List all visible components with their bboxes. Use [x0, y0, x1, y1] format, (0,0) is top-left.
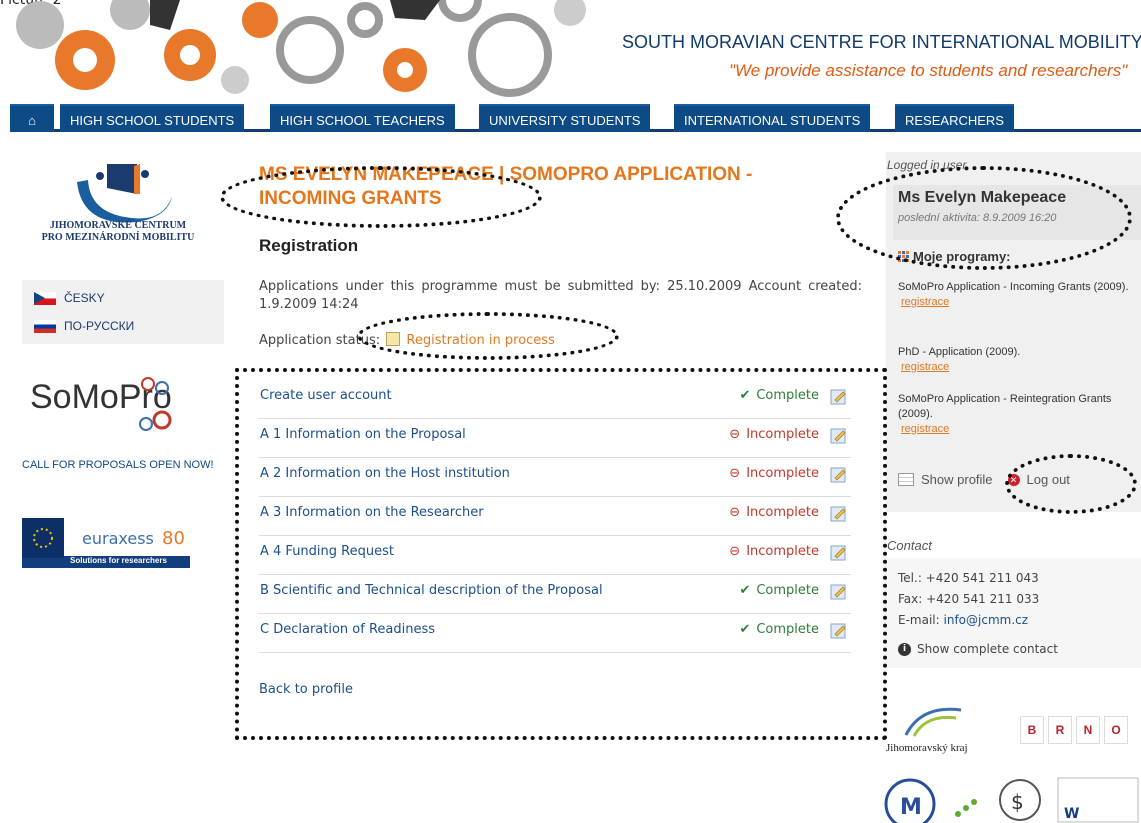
annotation-oval-logout — [1005, 454, 1137, 514]
somopro-logo[interactable]: SoMoPro — [30, 377, 172, 431]
jihomoravsky-kraj-logo[interactable]: Jihomoravský kraj — [886, 700, 976, 755]
svg-text:euraxess: euraxess — [82, 529, 154, 548]
contact-email: E-mail: info@jcmm.cz — [898, 613, 1029, 627]
program-item: SoMoPro Application - Incoming Grants (2… — [898, 280, 1138, 310]
program-item: PhD - Application (2009). registrace — [898, 345, 1138, 375]
russian-flag-icon — [34, 319, 56, 333]
info-icon: i — [898, 642, 911, 656]
svg-text:$: $ — [1011, 790, 1024, 814]
annotation-oval-user — [836, 166, 1132, 270]
contact-label: Contact — [887, 538, 932, 553]
contact-tel: Tel.: +420 541 211 043 — [898, 571, 1039, 585]
university-logos[interactable]: M $ W — [880, 772, 1141, 823]
somopro-molecule-icon — [139, 377, 172, 431]
jmk-swoosh-icon — [904, 707, 962, 737]
program-item: SoMoPro Application - Reintegration Gran… — [898, 392, 1138, 437]
show-complete-contact[interactable]: i Show complete contact — [898, 642, 1058, 656]
annotation-rect-steps — [235, 368, 887, 740]
home-tab[interactable]: ⌂ — [10, 104, 54, 132]
program-registration-link[interactable]: registrace — [901, 422, 1138, 437]
czech-flag-icon — [34, 291, 56, 305]
show-profile-link[interactable]: Show profile — [921, 472, 993, 487]
site-title: SOUTH MORAVIAN CENTRE FOR INTERNATIONAL … — [622, 32, 1141, 52]
euraxess-banner[interactable]: euraxess 80 Solutions for researchers — [22, 518, 190, 568]
brno-logo[interactable]: B R N O — [1020, 716, 1141, 746]
language-czech[interactable]: ČESKY — [34, 291, 105, 305]
tab-researchers[interactable]: RESEARCHERS — [895, 104, 1014, 132]
site-slogan: "We provide assistance to students and r… — [729, 61, 1128, 80]
language-czech-label: ČESKY — [64, 291, 105, 305]
jcmm-logo-text: JIHOMORAVSKÉ CENTRUM PRO MEZINÁRODNÍ MOB… — [41, 220, 195, 243]
annotation-oval-status — [357, 312, 619, 360]
brno-letter: O — [1104, 716, 1128, 744]
contact-fax: Fax: +420 541 211 033 — [898, 592, 1040, 606]
language-russian[interactable]: ПО-РУССКИ — [34, 319, 134, 333]
language-russian-label: ПО-РУССКИ — [64, 319, 135, 333]
svg-text:M: M — [900, 795, 922, 820]
program-registration-link[interactable]: registrace — [901, 295, 1138, 310]
main-navigation: ⌂ HIGH SCHOOL STUDENTS HIGH SCHOOL TEACH… — [10, 104, 1141, 132]
profile-card-icon — [898, 473, 914, 486]
email-link[interactable]: info@jcmm.cz — [944, 613, 1029, 627]
brno-letter: N — [1076, 716, 1100, 744]
brno-letter: R — [1048, 716, 1072, 744]
euraxess-tagline: Solutions for researchers — [70, 556, 167, 565]
application-info: Applications under this programme must b… — [259, 279, 862, 312]
brno-letter: B — [1020, 716, 1044, 744]
home-icon: ⌂ — [28, 113, 36, 128]
jmk-label: Jihomoravský kraj — [886, 742, 968, 754]
tab-high-school-teachers[interactable]: HIGH SCHOOL TEACHERS — [270, 104, 455, 132]
svg-text:W: W — [1064, 806, 1079, 822]
svg-text:80: 80 — [162, 528, 185, 549]
language-switcher: ČESKY ПО-РУССКИ — [22, 280, 224, 344]
program-registration-link[interactable]: registrace — [901, 360, 1138, 375]
call-for-proposals-link[interactable]: CALL FOR PROPOSALS OPEN NOW! — [22, 459, 214, 471]
annotation-oval-title — [220, 166, 542, 228]
tab-university-students[interactable]: UNIVERSITY STUDENTS — [479, 104, 651, 132]
tab-international-students[interactable]: INTERNATIONAL STUDENTS — [674, 104, 871, 132]
registration-heading: Registration — [259, 236, 359, 255]
tab-high-school-students[interactable]: HIGH SCHOOL STUDENTS — [60, 104, 245, 132]
